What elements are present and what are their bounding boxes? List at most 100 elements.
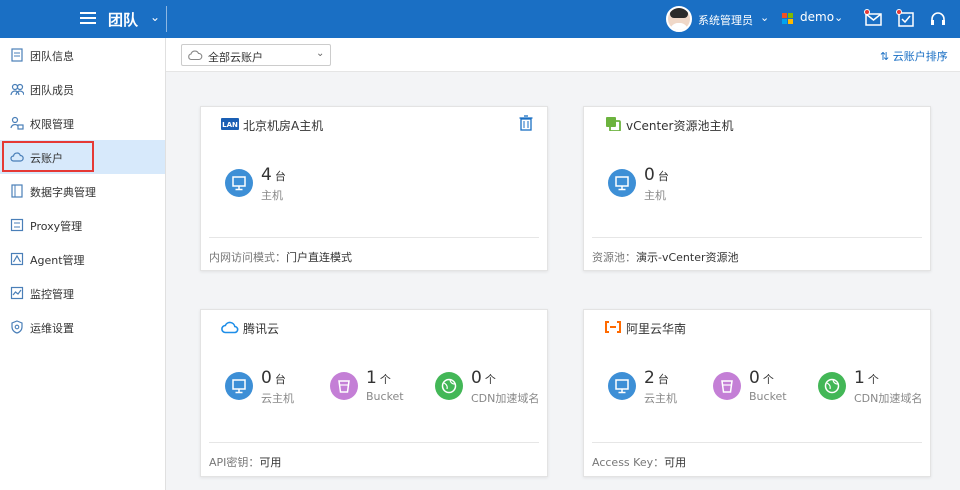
divider: [166, 6, 167, 32]
card-footer: 资源池：演示-vCenter资源池: [592, 249, 739, 265]
task-check-icon[interactable]: [896, 9, 916, 29]
user-name[interactable]: 系统管理员: [698, 12, 753, 28]
footer-key: Access Key：: [592, 456, 665, 469]
sidebar-item-label: 云账户: [30, 152, 63, 165]
chevron-down-icon: ⌄: [316, 48, 325, 59]
monitor-icon: [225, 372, 253, 400]
stat-label: CDN加速域名: [854, 392, 923, 405]
sidebar-item-cloud-accounts[interactable]: 云账户: [0, 140, 165, 174]
lan-icon: LAN: [221, 118, 239, 130]
headset-support-icon[interactable]: [928, 9, 948, 29]
org-logo-icon: [782, 13, 794, 25]
sort-label: 云账户排序: [892, 50, 948, 63]
users-icon: [10, 83, 24, 96]
sidebar-item-label: Proxy管理: [30, 220, 83, 233]
stat-unit: 个: [484, 373, 496, 386]
trash-icon[interactable]: [519, 115, 533, 131]
monitor-icon: [225, 169, 253, 197]
stat-value: 0: [261, 368, 272, 388]
card-footer: API密钥：可用: [209, 454, 281, 470]
globe-icon: [435, 372, 463, 400]
bucket-icon: [330, 372, 358, 400]
sidebar-item-permissions[interactable]: 权限管理: [0, 106, 165, 140]
cloud-account-card[interactable]: vCenter资源池主机 0台 主机 资源池：演示-vCenter资源池: [583, 106, 931, 271]
cloud-account-card[interactable]: 阿里云华南 2台 云主机 0个 Bucket 1个 CDN加速域名 Access…: [583, 309, 931, 477]
footer-key: 内网访问模式：: [209, 251, 286, 264]
stat-value: 0: [471, 368, 482, 388]
chevron-down-icon[interactable]: ⌄: [760, 11, 769, 24]
stat-value: 2: [644, 368, 655, 388]
stat-value: 1: [366, 368, 377, 388]
card-title: 阿里云华南: [626, 322, 687, 336]
divider: [209, 442, 539, 443]
bucket-icon: [713, 372, 741, 400]
team-title[interactable]: 团队: [108, 9, 138, 30]
stat-label: 云主机: [644, 392, 677, 405]
user-lock-icon: [10, 116, 24, 130]
stat-unit: 个: [762, 373, 774, 386]
cloud-icon: [10, 152, 24, 162]
card-title: vCenter资源池主机: [626, 119, 734, 133]
account-sort-button[interactable]: ⇅ 云账户排序: [880, 48, 948, 64]
sidebar-item-agent[interactable]: Agent管理: [0, 242, 165, 276]
notification-dot: [896, 9, 902, 15]
message-icon[interactable]: [864, 9, 884, 29]
proxy-icon: [10, 218, 24, 232]
toolbar: 全部云账户 ⌄ ⇅ 云账户排序: [166, 38, 960, 72]
sort-icon: ⇅: [880, 50, 893, 63]
cloud-icon: [188, 50, 203, 61]
avatar[interactable]: [666, 6, 692, 32]
notification-dot: [864, 9, 870, 15]
stat-unit: 个: [379, 373, 391, 386]
agent-icon: [10, 252, 24, 266]
monitor-icon: [608, 169, 636, 197]
select-value: 全部云账户: [208, 51, 263, 64]
sidebar-item-monitoring[interactable]: 监控管理: [0, 276, 165, 310]
stat-value: 0: [749, 368, 760, 388]
aliyun-icon: [605, 321, 621, 333]
globe-icon: [818, 372, 846, 400]
sidebar-item-label: Agent管理: [30, 254, 85, 267]
stat-unit: 台: [274, 170, 286, 183]
stat-value: 1: [854, 368, 865, 388]
card-footer: Access Key：可用: [592, 454, 686, 470]
stat-label: 主机: [261, 189, 283, 202]
sidebar-item-label: 监控管理: [30, 288, 74, 301]
footer-value: 演示-vCenter资源池: [636, 251, 739, 264]
stat-label: 云主机: [261, 392, 294, 405]
cloud-account-card[interactable]: 腾讯云 0台 云主机 1个 Bucket 0个 CDN加速域名 API密钥：可用: [200, 309, 548, 477]
card-title: 北京机房A主机: [243, 119, 324, 133]
stat-unit: 台: [274, 373, 286, 386]
main-content: 全部云账户 ⌄ ⇅ 云账户排序 LAN 北京机房A主机 4台 主机 内网访问模式…: [166, 38, 960, 490]
stat-label: CDN加速域名: [471, 392, 540, 405]
vcenter-icon: [606, 117, 621, 131]
stat-value: 0: [644, 165, 655, 185]
sidebar-item-label: 权限管理: [30, 118, 74, 131]
hamburger-menu-icon[interactable]: [80, 10, 96, 28]
chevron-down-icon[interactable]: ⌄: [150, 10, 160, 24]
card-footer: 内网访问模式：门户直连模式: [209, 249, 352, 265]
card-title: 腾讯云: [243, 322, 280, 336]
stat-unit: 台: [657, 170, 669, 183]
stat-value: 4: [261, 165, 272, 185]
sidebar-item-label: 数据字典管理: [30, 186, 96, 199]
sidebar-item-team-members[interactable]: 团队成员: [0, 72, 165, 106]
stat-label: Bucket: [749, 390, 787, 403]
sidebar-item-team-info[interactable]: 团队信息: [0, 38, 165, 72]
monitor-icon: [608, 372, 636, 400]
stat-label: 主机: [644, 189, 666, 202]
svg-text:LAN: LAN: [222, 121, 238, 129]
sidebar-item-ops-settings[interactable]: 运维设置: [0, 310, 165, 344]
footer-value: 门户直连模式: [286, 251, 352, 264]
org-name[interactable]: demo: [800, 10, 834, 24]
cloud-account-card[interactable]: LAN 北京机房A主机 4台 主机 内网访问模式：门户直连模式: [200, 106, 548, 271]
footer-key: 资源池：: [592, 251, 636, 264]
stat-label: Bucket: [366, 390, 404, 403]
cloud-account-select[interactable]: 全部云账户 ⌄: [181, 44, 331, 66]
stat-unit: 个: [867, 373, 879, 386]
sidebar-item-data-dictionary[interactable]: 数据字典管理: [0, 174, 165, 208]
book-icon: [11, 184, 23, 198]
chevron-down-icon[interactable]: ⌄: [834, 11, 843, 24]
sidebar-item-proxy[interactable]: Proxy管理: [0, 208, 165, 242]
sidebar: 团队信息 团队成员 权限管理 云账户 数据字典管理 Proxy管理 Agent管…: [0, 38, 166, 490]
